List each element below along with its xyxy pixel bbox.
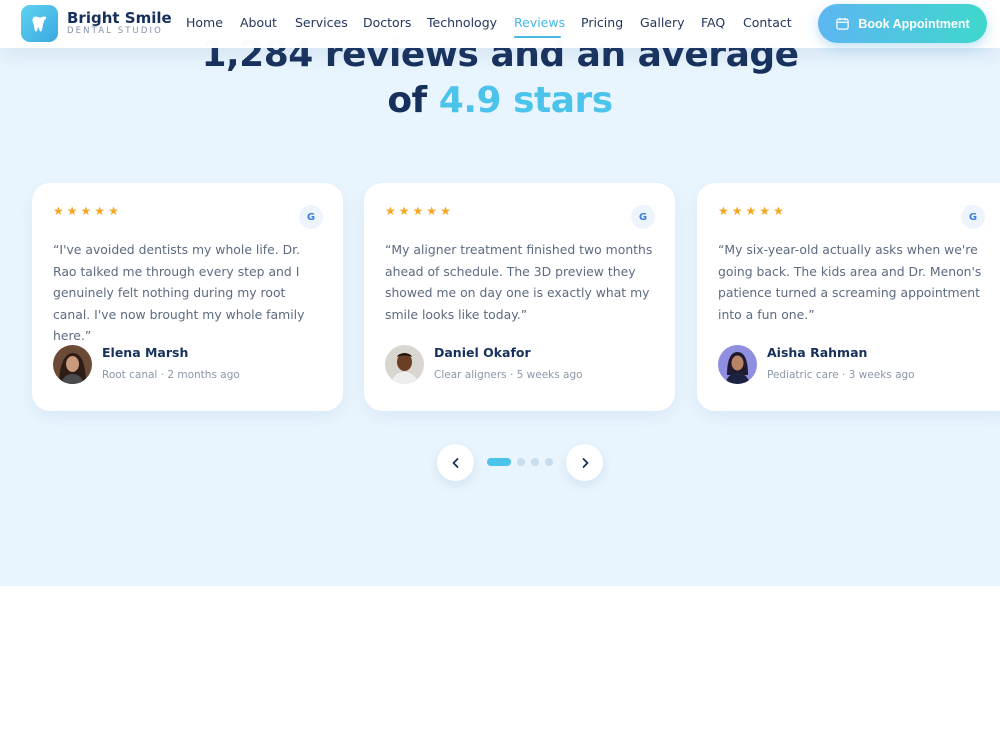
star-icon: ★ [745, 204, 757, 218]
navbar: Bright Smile DENTAL STUDIO Home About Se… [0, 0, 1000, 48]
star-icon: ★ [773, 204, 784, 218]
star-icon: ★ [731, 204, 743, 218]
star-icon: ★ [412, 204, 424, 218]
book-appointment-label: Book Appointment [858, 16, 970, 31]
star-icon: ★ [398, 204, 410, 218]
reviewer-name: Aisha Rahman [767, 345, 868, 360]
carousel-next-button[interactable] [566, 444, 603, 481]
carousel-dot-1[interactable] [487, 458, 511, 466]
nav-item-services[interactable]: Services [295, 15, 348, 30]
review-card: ★ ★ ★ ★ ★ G “My six-year-old actually as… [697, 183, 1000, 411]
star-icon: ★ [66, 204, 78, 218]
nav-item-gallery[interactable]: Gallery [640, 15, 685, 30]
reviewer-name: Elena Marsh [102, 345, 189, 360]
nav-item-about[interactable]: About [240, 15, 277, 30]
nav-item-technology[interactable]: Technology [427, 15, 497, 30]
star-icon: ★ [385, 204, 396, 218]
review-meta: Pediatric care · 3 weeks ago [767, 369, 915, 381]
carousel-prev-button[interactable] [437, 444, 474, 481]
section-heading-rating: of 4.9 stars [0, 80, 1000, 121]
chevron-left-icon [452, 457, 458, 468]
review-quote: “My six-year-old actually asks when we'r… [718, 242, 982, 322]
nav-item-home[interactable]: Home [186, 15, 223, 30]
nav-item-faq[interactable]: FAQ [701, 15, 725, 30]
next-section-background [0, 586, 1000, 750]
carousel-dot-3[interactable] [531, 458, 539, 466]
book-appointment-button[interactable]: Book Appointment [818, 4, 987, 43]
star-icon: ★ [718, 204, 729, 218]
star-icon: ★ [80, 204, 92, 218]
review-card: ★ ★ ★ ★ ★ G “I've avoided dentists my wh… [32, 183, 343, 411]
main-nav: Home About Services Doctors Technology R… [0, 0, 800, 48]
review-meta: Clear aligners · 5 weeks ago [434, 369, 583, 381]
avatar [385, 345, 424, 384]
nav-item-doctors[interactable]: Doctors [363, 15, 411, 30]
carousel-dot-2[interactable] [517, 458, 525, 466]
carousel-dot-4[interactable] [545, 458, 553, 466]
star-rating: ★ ★ ★ ★ ★ [385, 205, 451, 217]
star-icon: ★ [440, 204, 451, 218]
nav-item-reviews[interactable]: Reviews [514, 15, 565, 30]
star-rating: ★ ★ ★ ★ ★ [53, 205, 119, 217]
nav-active-indicator [514, 36, 561, 38]
chevron-right-icon [582, 457, 588, 468]
google-icon: G [961, 205, 985, 229]
star-icon: ★ [108, 204, 119, 218]
review-quote: “My aligner treatment finished two month… [385, 242, 653, 322]
google-icon: G [631, 205, 655, 229]
star-icon: ★ [53, 204, 64, 218]
calendar-icon [836, 17, 850, 30]
google-icon: G [299, 205, 323, 229]
heading-rating-accent: 4.9 stars [438, 80, 613, 121]
star-icon: ★ [94, 204, 106, 218]
nav-item-pricing[interactable]: Pricing [581, 15, 623, 30]
review-quote: “I've avoided dentists my whole life. Dr… [53, 242, 305, 343]
heading-prefix: of [387, 80, 427, 121]
star-icon: ★ [759, 204, 771, 218]
reviewer-name: Daniel Okafor [434, 345, 531, 360]
star-icon: ★ [426, 204, 438, 218]
review-card: ★ ★ ★ ★ ★ G “My aligner treatment finish… [364, 183, 675, 411]
nav-item-contact[interactable]: Contact [743, 15, 792, 30]
star-rating: ★ ★ ★ ★ ★ [718, 205, 784, 217]
avatar [53, 345, 92, 384]
avatar [718, 345, 757, 384]
review-meta: Root canal · 2 months ago [102, 369, 240, 381]
